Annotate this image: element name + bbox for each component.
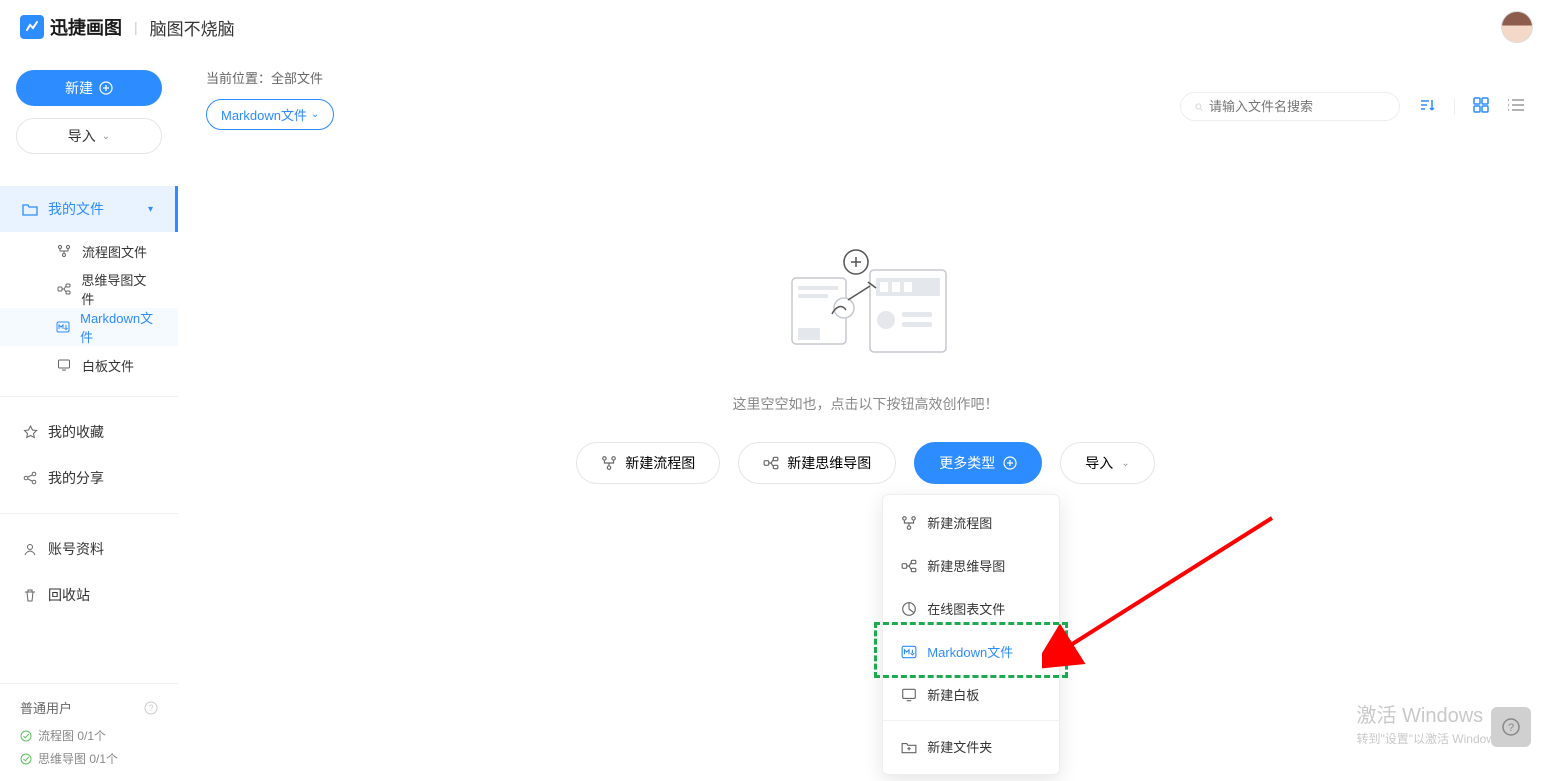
brand-tagline: 脑图不烧脑 bbox=[150, 15, 235, 40]
plus-icon bbox=[1003, 456, 1017, 470]
chevron-down-icon: ⌄ bbox=[102, 131, 110, 142]
caret-down-icon: ▾ bbox=[148, 204, 153, 215]
list-view-icon[interactable] bbox=[1507, 97, 1525, 116]
empty-state: 这里空空如也，点击以下按钮高效创作吧！ 新建流程图 新建思维导图 更多类型 导入… bbox=[206, 240, 1525, 484]
grid-view-icon[interactable] bbox=[1473, 97, 1489, 116]
windows-watermark: 激活 Windows 转到"设置"以激活 Windows。 bbox=[1356, 699, 1513, 747]
sidebar-item-whiteboard[interactable]: 白板文件 bbox=[0, 346, 178, 384]
search-icon bbox=[1195, 100, 1203, 114]
import-button[interactable]: 导入 ⌄ bbox=[16, 118, 162, 154]
folder-icon bbox=[22, 202, 38, 216]
plus-icon bbox=[99, 81, 113, 95]
quota-flowchart: 流程图 0/1个 bbox=[20, 727, 158, 744]
help-icon[interactable]: ? bbox=[144, 701, 158, 715]
brand: 迅捷画图 | 脑图不烧脑 bbox=[20, 14, 235, 40]
new-flowchart-button[interactable]: 新建流程图 bbox=[576, 442, 720, 484]
new-mindmap-button[interactable]: 新建思维导图 bbox=[738, 442, 896, 484]
help-feedback-badge[interactable]: ? bbox=[1491, 707, 1531, 747]
empty-illustration bbox=[776, 240, 956, 370]
breadcrumb: 当前位置：全部文件 bbox=[206, 68, 1525, 87]
empty-actions: 新建流程图 新建思维导图 更多类型 导入 ⌄ bbox=[576, 442, 1154, 484]
search-box[interactable] bbox=[1180, 92, 1400, 121]
brand-name: 迅捷画图 bbox=[50, 14, 122, 40]
sidebar-item-favorites[interactable]: 我的收藏 bbox=[0, 409, 178, 455]
user-type-label: 普通用户 bbox=[20, 698, 72, 717]
chevron-down-icon: ⌄ bbox=[1121, 458, 1129, 469]
import-action-button[interactable]: 导入 ⌄ bbox=[1060, 442, 1154, 484]
main-content: 当前位置：全部文件 Markdown文件 ⌄ bbox=[178, 54, 1553, 781]
user-icon bbox=[22, 542, 38, 556]
sidebar-item-account[interactable]: 账号资料 bbox=[0, 526, 178, 572]
empty-text: 这里空空如也，点击以下按钮高效创作吧！ bbox=[733, 394, 999, 414]
svg-text:?: ? bbox=[148, 703, 153, 713]
dropdown-item-whiteboard[interactable]: 新建白板 bbox=[883, 673, 1059, 716]
toolbar-right bbox=[1180, 92, 1525, 121]
sidebar-item-flowchart[interactable]: 流程图文件 bbox=[0, 232, 178, 270]
annotation-arrow bbox=[1042, 508, 1282, 678]
dropdown-item-chart[interactable]: 在线图表文件 bbox=[883, 587, 1059, 630]
sidebar-item-trash[interactable]: 回收站 bbox=[0, 572, 178, 618]
app-header: 迅捷画图 | 脑图不烧脑 bbox=[0, 0, 1553, 54]
chevron-down-icon: ⌄ bbox=[311, 109, 319, 120]
dropdown-item-flowchart[interactable]: 新建流程图 bbox=[883, 501, 1059, 544]
dropdown-item-new-folder[interactable]: 新建文件夹 bbox=[883, 725, 1059, 768]
quota-mindmap: 思维导图 0/1个 bbox=[20, 750, 158, 767]
dropdown-item-mindmap[interactable]: 新建思维导图 bbox=[883, 544, 1059, 587]
share-icon bbox=[22, 471, 38, 485]
dropdown-item-markdown[interactable]: Markdown文件 bbox=[883, 630, 1059, 673]
mind-icon bbox=[56, 282, 71, 296]
search-input[interactable] bbox=[1209, 99, 1385, 114]
sidebar-item-share[interactable]: 我的分享 bbox=[0, 455, 178, 501]
sidebar-item-my-files[interactable]: 我的文件 ▾ bbox=[0, 186, 178, 232]
markdown-icon bbox=[56, 320, 70, 334]
sidebar-item-markdown[interactable]: Markdown文件 bbox=[0, 308, 178, 346]
sidebar-nav: 我的文件 ▾ 流程图文件 思维导图文件 Markdown文件 白板文件 bbox=[0, 186, 178, 683]
sidebar-item-mindmap[interactable]: 思维导图文件 bbox=[0, 270, 178, 308]
avatar[interactable] bbox=[1501, 11, 1533, 43]
more-types-dropdown: 新建流程图 新建思维导图 在线图表文件 Markdown文件 bbox=[882, 494, 1060, 775]
new-button[interactable]: 新建 bbox=[16, 70, 162, 106]
sidebar-footer: 普通用户 ? 流程图 0/1个 思维导图 0/1个 bbox=[0, 683, 178, 781]
trash-icon bbox=[22, 588, 38, 602]
more-types-button[interactable]: 更多类型 bbox=[914, 442, 1042, 484]
file-type-filter[interactable]: Markdown文件 ⌄ bbox=[206, 99, 334, 130]
flow-icon bbox=[56, 244, 72, 258]
star-icon bbox=[22, 425, 38, 440]
sort-icon[interactable] bbox=[1418, 96, 1436, 117]
brand-logo bbox=[20, 15, 44, 39]
svg-text:?: ? bbox=[1508, 722, 1514, 734]
board-icon bbox=[56, 358, 72, 372]
sidebar: 新建 导入 ⌄ 我的文件 ▾ 流程图文件 思维导图文件 bbox=[0, 54, 178, 781]
